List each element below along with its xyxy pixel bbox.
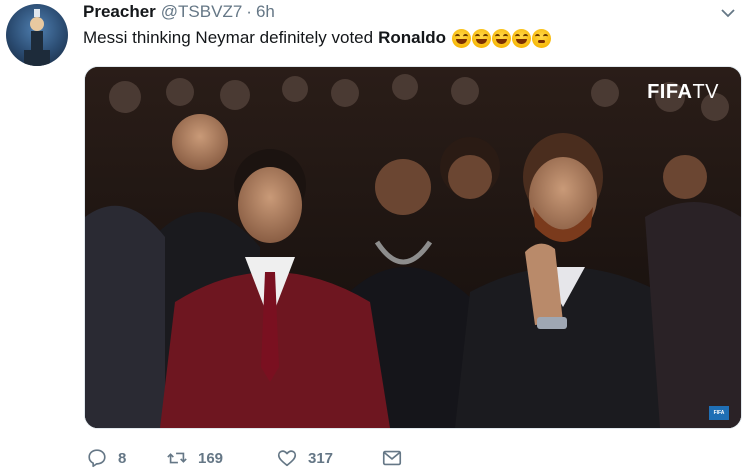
like-count: 317 [308, 449, 334, 467]
reply-count: 8 [118, 449, 127, 467]
avatar-image [24, 9, 50, 66]
joy-emoji [452, 28, 472, 48]
tweet-actions: 8 169 317 [86, 446, 413, 470]
separator-dot: · [246, 2, 252, 21]
avatar[interactable] [6, 4, 68, 66]
direct-message-button[interactable] [381, 447, 413, 469]
joy-emoji [472, 28, 492, 48]
tweet-header: Preacher @TSBVZ7 · 6h [83, 2, 275, 24]
photo-scene [85, 67, 741, 428]
like-button[interactable]: 317 [276, 447, 381, 469]
chevron-down-icon[interactable] [720, 5, 736, 21]
reply-icon [88, 449, 106, 468]
retweet-count: 169 [198, 449, 224, 467]
joy-emoji [512, 28, 532, 48]
watermark-light: TV [692, 81, 719, 103]
timestamp[interactable]: 6h [256, 2, 275, 22]
tweet-text: Messi thinking Neymar definitely voted R… [83, 28, 552, 48]
joy-emoji [492, 28, 512, 48]
fifa-tv-watermark: FIFATV [647, 81, 719, 104]
envelope-icon [382, 450, 402, 466]
user-handle[interactable]: @TSBVZ7 [161, 2, 243, 22]
retweet-icon [167, 452, 187, 464]
display-name[interactable]: Preacher [83, 2, 156, 22]
fifa-corner-badge: FIFA [709, 406, 729, 420]
tweet-text-plain: Messi thinking Neymar definitely voted [83, 28, 374, 47]
emoji-row [452, 28, 552, 48]
tweet-text-bold: Ronaldo [378, 28, 447, 47]
reply-button[interactable]: 8 [86, 447, 166, 469]
watermark-bold: FIFA [647, 81, 693, 103]
retweet-button[interactable]: 169 [166, 447, 276, 469]
heart-icon [277, 450, 297, 467]
sneezing-face-emoji [532, 28, 552, 48]
tweet-media-photo[interactable]: FIFATV FIFA [84, 66, 742, 429]
